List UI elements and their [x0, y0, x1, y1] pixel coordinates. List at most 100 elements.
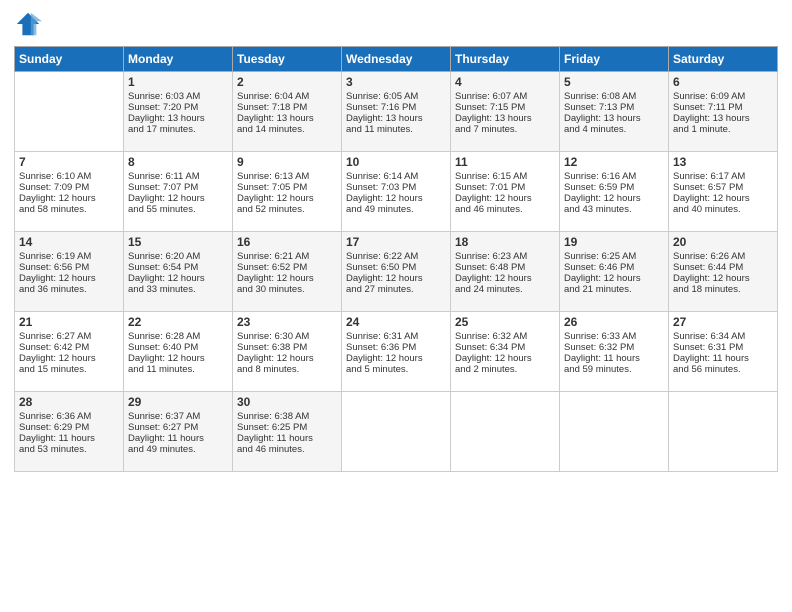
day-info: and 4 minutes. [564, 124, 664, 135]
day-info: and 14 minutes. [237, 124, 337, 135]
day-info: Daylight: 13 hours [346, 113, 446, 124]
day-info: Sunrise: 6:16 AM [564, 171, 664, 182]
day-number: 14 [19, 235, 119, 249]
calendar-cell [669, 392, 778, 472]
day-info: Sunrise: 6:22 AM [346, 251, 446, 262]
calendar-cell: 15Sunrise: 6:20 AMSunset: 6:54 PMDayligh… [124, 232, 233, 312]
day-number: 26 [564, 315, 664, 329]
day-info: and 24 minutes. [455, 284, 555, 295]
day-info: Sunrise: 6:36 AM [19, 411, 119, 422]
day-info: and 56 minutes. [673, 364, 773, 375]
day-info: Daylight: 11 hours [673, 353, 773, 364]
day-info: Daylight: 12 hours [19, 273, 119, 284]
day-info: Sunrise: 6:31 AM [346, 331, 446, 342]
day-info: Sunset: 7:11 PM [673, 102, 773, 113]
day-number: 25 [455, 315, 555, 329]
day-info: Daylight: 12 hours [346, 193, 446, 204]
day-info: Daylight: 12 hours [346, 353, 446, 364]
weekday-header: Tuesday [233, 47, 342, 72]
calendar-cell: 23Sunrise: 6:30 AMSunset: 6:38 PMDayligh… [233, 312, 342, 392]
day-info: Daylight: 12 hours [673, 193, 773, 204]
day-info: Daylight: 13 hours [237, 113, 337, 124]
day-info: and 30 minutes. [237, 284, 337, 295]
calendar-cell: 11Sunrise: 6:15 AMSunset: 7:01 PMDayligh… [451, 152, 560, 232]
day-info: Daylight: 13 hours [564, 113, 664, 124]
calendar-week-row: 1Sunrise: 6:03 AMSunset: 7:20 PMDaylight… [15, 72, 778, 152]
day-number: 22 [128, 315, 228, 329]
day-info: Sunrise: 6:17 AM [673, 171, 773, 182]
day-info: and 59 minutes. [564, 364, 664, 375]
day-number: 19 [564, 235, 664, 249]
day-number: 1 [128, 75, 228, 89]
calendar-cell: 25Sunrise: 6:32 AMSunset: 6:34 PMDayligh… [451, 312, 560, 392]
day-number: 2 [237, 75, 337, 89]
day-number: 13 [673, 155, 773, 169]
day-info: and 1 minute. [673, 124, 773, 135]
calendar-cell [560, 392, 669, 472]
day-info: and 40 minutes. [673, 204, 773, 215]
day-number: 29 [128, 395, 228, 409]
calendar-cell [342, 392, 451, 472]
logo-icon [14, 10, 42, 38]
day-info: Sunset: 6:40 PM [128, 342, 228, 353]
day-info: Daylight: 12 hours [673, 273, 773, 284]
day-info: and 7 minutes. [455, 124, 555, 135]
calendar-cell: 8Sunrise: 6:11 AMSunset: 7:07 PMDaylight… [124, 152, 233, 232]
day-info: Daylight: 13 hours [455, 113, 555, 124]
calendar-cell: 7Sunrise: 6:10 AMSunset: 7:09 PMDaylight… [15, 152, 124, 232]
day-info: Sunrise: 6:07 AM [455, 91, 555, 102]
day-info: and 5 minutes. [346, 364, 446, 375]
day-info: Daylight: 12 hours [455, 193, 555, 204]
day-number: 30 [237, 395, 337, 409]
day-info: Sunrise: 6:33 AM [564, 331, 664, 342]
day-info: and 43 minutes. [564, 204, 664, 215]
day-info: and 52 minutes. [237, 204, 337, 215]
calendar-cell: 1 Sunrise: 6:03 AMSunset: 7:20 PMDaylight… [124, 72, 233, 152]
day-number: 8 [128, 155, 228, 169]
day-number: 17 [346, 235, 446, 249]
day-info: Sunset: 6:36 PM [346, 342, 446, 353]
day-info: and 27 minutes. [346, 284, 446, 295]
calendar-cell: 12Sunrise: 6:16 AMSunset: 6:59 PMDayligh… [560, 152, 669, 232]
day-info: and 49 minutes. [346, 204, 446, 215]
day-info: Sunrise: 6:28 AM [128, 331, 228, 342]
header-row: SundayMondayTuesdayWednesdayThursdayFrid… [15, 47, 778, 72]
calendar-cell: 14Sunrise: 6:19 AMSunset: 6:56 PMDayligh… [15, 232, 124, 312]
day-info: Sunset: 6:42 PM [19, 342, 119, 353]
day-info: Sunrise: 6:03 AM [128, 91, 228, 102]
page-container: SundayMondayTuesdayWednesdayThursdayFrid… [0, 0, 792, 482]
day-info: and 11 minutes. [346, 124, 446, 135]
day-info: Sunrise: 6:13 AM [237, 171, 337, 182]
weekday-header: Friday [560, 47, 669, 72]
day-info: Daylight: 13 hours [128, 113, 228, 124]
calendar-week-row: 21 Sunrise: 6:27 AMSunset: 6:42 PM Dayligh… [15, 312, 778, 392]
day-info: Sunset: 6:54 PM [128, 262, 228, 273]
day-number: 21 [19, 315, 119, 329]
day-info: Sunset: 7:16 PM [346, 102, 446, 113]
day-info: Sunset: 6:32 PM [564, 342, 664, 353]
day-info: Sunset: 7:09 PM [19, 182, 119, 193]
calendar-cell [15, 72, 124, 152]
calendar-week-row: 14Sunrise: 6:19 AMSunset: 6:56 PMDayligh… [15, 232, 778, 312]
day-info: Sunset: 7:20 PM [128, 102, 228, 113]
day-info: Sunrise: 6:27 AM [19, 331, 119, 342]
day-info: Sunrise: 6:38 AM [237, 411, 337, 422]
day-info: Sunset: 6:31 PM [673, 342, 773, 353]
day-info: Sunset: 6:38 PM [237, 342, 337, 353]
day-number: 27 [673, 315, 773, 329]
day-info: Sunrise: 6:15 AM [455, 171, 555, 182]
calendar-cell: 29Sunrise: 6:37 AMSunset: 6:27 PMDayligh… [124, 392, 233, 472]
day-info: Sunset: 7:15 PM [455, 102, 555, 113]
day-number: 23 [237, 315, 337, 329]
day-info: and 21 minutes. [564, 284, 664, 295]
day-info: Sunrise: 6:32 AM [455, 331, 555, 342]
calendar-week-row: 7Sunrise: 6:10 AMSunset: 7:09 PMDaylight… [15, 152, 778, 232]
calendar-cell: 27Sunrise: 6:34 AMSunset: 6:31 PMDayligh… [669, 312, 778, 392]
day-info: Daylight: 12 hours [564, 193, 664, 204]
day-info: and 58 minutes. [19, 204, 119, 215]
calendar-cell: 24Sunrise: 6:31 AMSunset: 6:36 PMDayligh… [342, 312, 451, 392]
day-info: Sunset: 6:50 PM [346, 262, 446, 273]
day-info: and 15 minutes. [19, 364, 119, 375]
day-info: Sunrise: 6:19 AM [19, 251, 119, 262]
day-info: Daylight: 11 hours [237, 433, 337, 444]
